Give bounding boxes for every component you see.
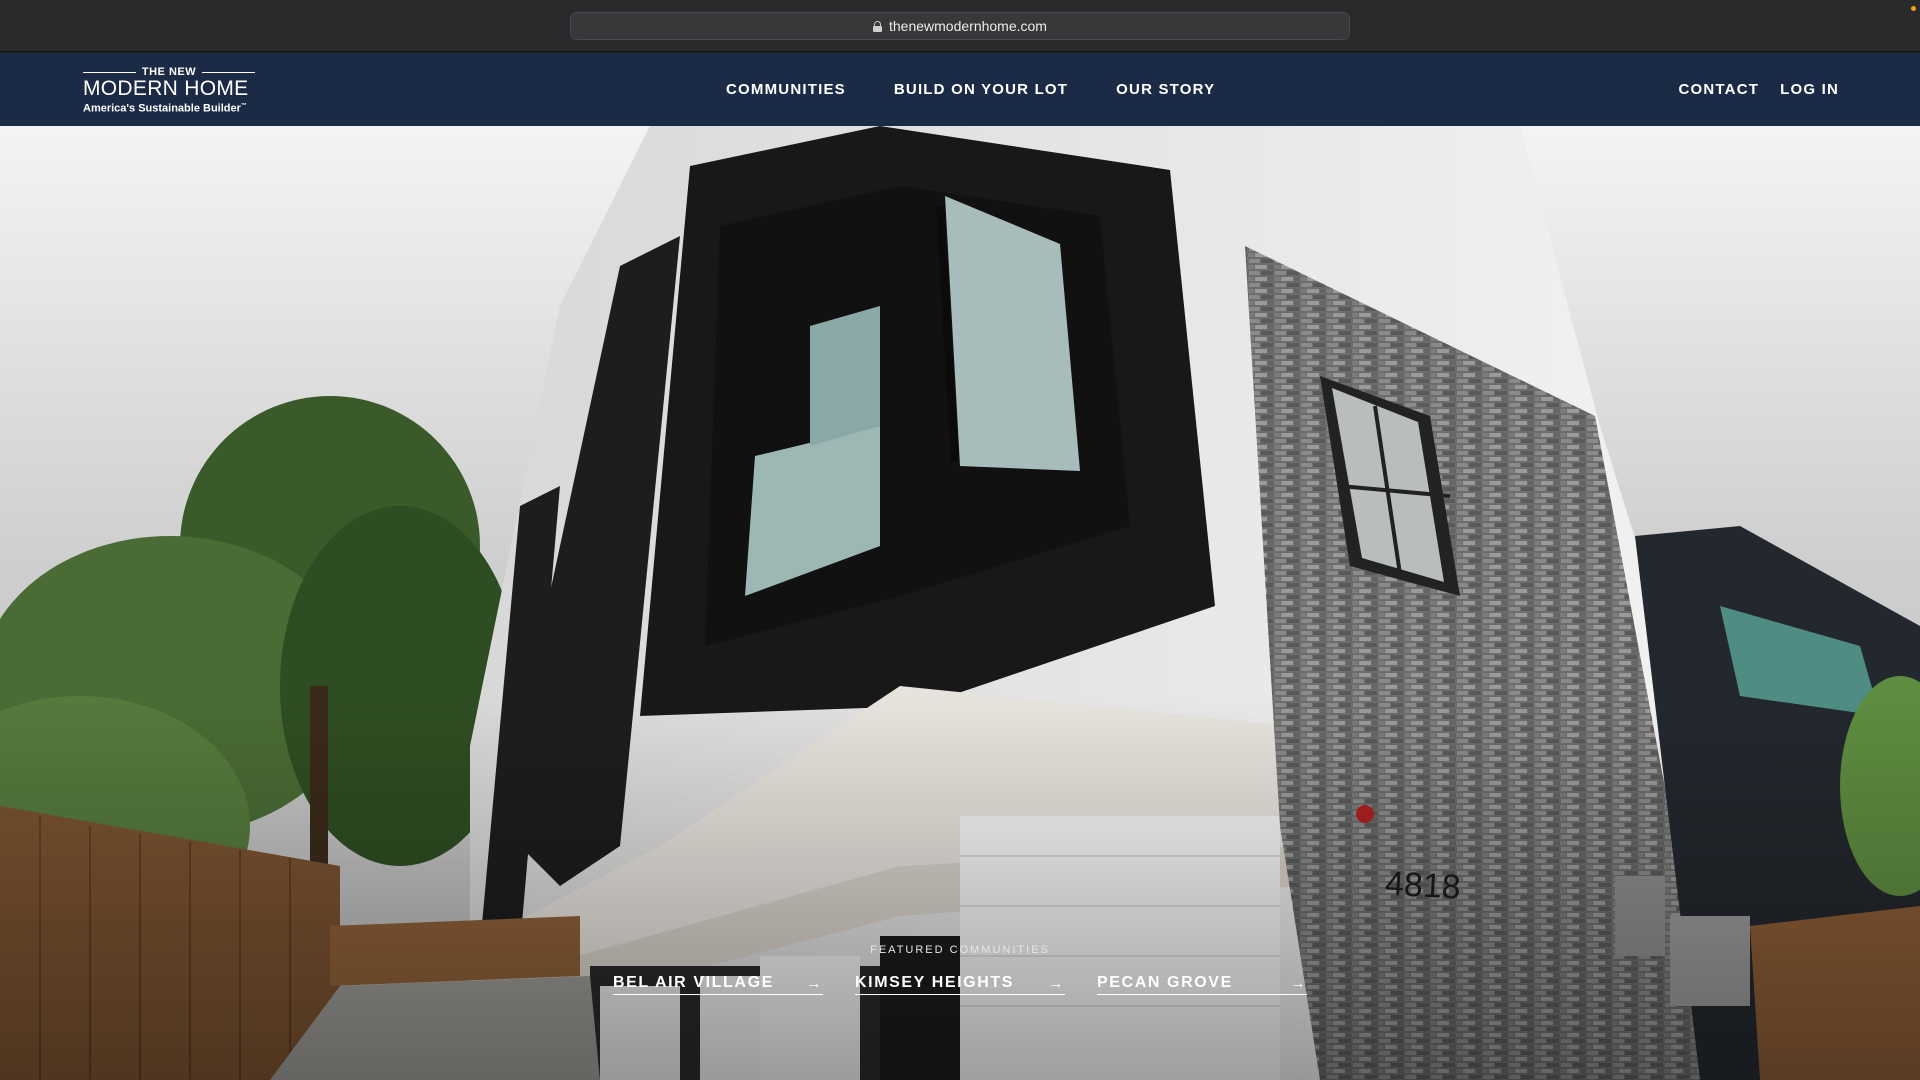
nav-contact[interactable]: CONTACT xyxy=(1679,81,1760,98)
featured-communities-label: FEATURED COMMUNITIES xyxy=(870,944,1050,956)
nav-our-story[interactable]: OUR STORY xyxy=(1116,81,1215,98)
nav-log-in[interactable]: LOG IN xyxy=(1780,81,1839,98)
url-text: thenewmodernhome.com xyxy=(889,18,1047,34)
main-nav: COMMUNITIES BUILD ON YOUR LOT OUR STORY xyxy=(726,53,1215,126)
community-link-kimsey-heights[interactable]: KIMSEY HEIGHTS → xyxy=(855,974,1065,995)
nav-communities[interactable]: COMMUNITIES xyxy=(726,81,846,98)
lock-icon xyxy=(873,20,882,32)
site-logo[interactable]: THE NEW MODERN HOME America's Sustainabl… xyxy=(83,66,256,115)
community-link-bel-air-village[interactable]: BEL AIR VILLAGE → xyxy=(613,974,823,995)
community-link-label: KIMSEY HEIGHTS xyxy=(855,974,1015,991)
logo-tagline: America's Sustainable Builder™ xyxy=(83,102,247,115)
recording-indicator-icon xyxy=(1911,6,1916,11)
arrow-right-icon: → xyxy=(806,974,823,992)
arrow-right-icon: → xyxy=(1048,974,1065,992)
community-link-label: BEL AIR VILLAGE xyxy=(613,974,774,991)
site-header: THE NEW MODERN HOME America's Sustainabl… xyxy=(0,53,1920,126)
community-link-label: PECAN GROVE xyxy=(1097,974,1233,991)
featured-community-links: BEL AIR VILLAGE → KIMSEY HEIGHTS → PECAN… xyxy=(613,974,1307,995)
address-bar[interactable]: thenewmodernhome.com xyxy=(570,12,1350,40)
logo-main-text: MODERN HOME xyxy=(83,77,249,100)
browser-chrome: thenewmodernhome.com xyxy=(0,0,1920,52)
secondary-nav: CONTACT LOG IN xyxy=(1679,53,1840,126)
hero-section: 4818 FEATURED COMMUNITIES xyxy=(0,126,1920,1080)
arrow-right-icon: → xyxy=(1290,974,1307,992)
community-link-pecan-grove[interactable]: PECAN GROVE → xyxy=(1097,974,1307,995)
hero-house-photo: 4818 xyxy=(0,126,1920,1080)
nav-build-on-your-lot[interactable]: BUILD ON YOUR LOT xyxy=(894,81,1068,98)
